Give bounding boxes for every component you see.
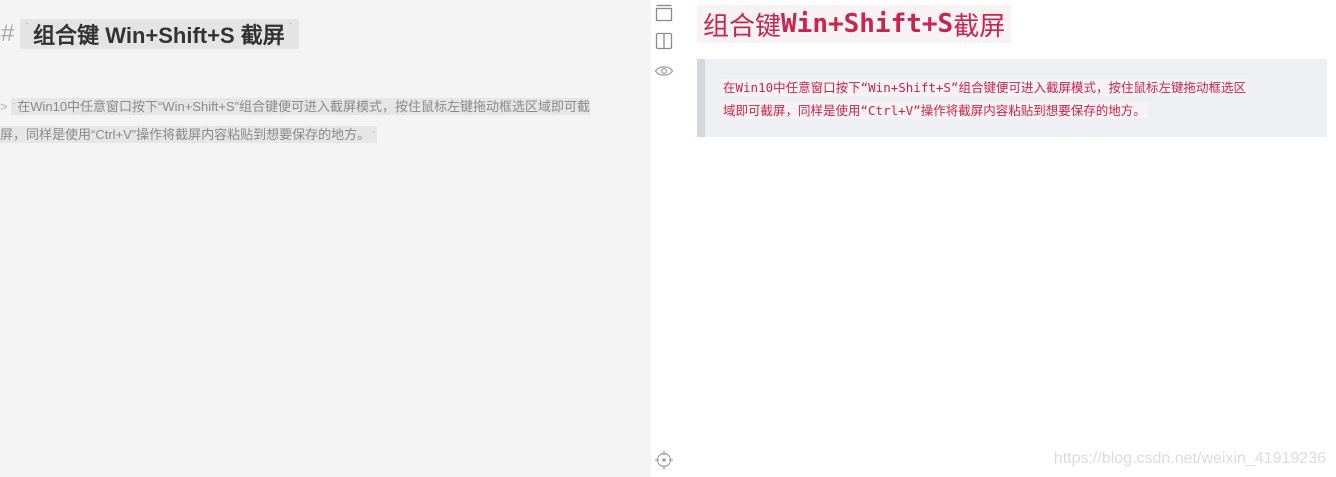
markdown-editor-pane[interactable]: # ` 组合键 Win+Shift+S 截屏 ` > `在Win10中任意窗口按下…	[0, 0, 651, 477]
sync-scroll-target-icon	[655, 451, 673, 469]
preview-quote-text: 在Win10中任意窗口按下“Win+Shift+S”组合键便可进入截屏模式，按住…	[721, 76, 1311, 122]
preview-heading-part-3: 截屏	[953, 11, 1006, 42]
backtick-open: `	[23, 20, 32, 36]
sync-scroll-button[interactable]	[654, 450, 674, 470]
preview-heading-part-1: 组合键	[703, 11, 782, 42]
watermark: https://blog.csdn.net/weixin_41919236	[1053, 450, 1326, 467]
preview-quote-line-1: 在Win10中任意窗口按下“Win+Shift+S”组合键便可进入截屏模式，按住…	[721, 79, 1248, 96]
preview-blockquote: 在Win10中任意窗口按下“Win+Shift+S”组合键便可进入截屏模式，按住…	[697, 59, 1327, 137]
preview-toggle-button[interactable]	[654, 61, 674, 81]
split-view-icon	[655, 32, 673, 50]
preview-heading: 组合键 Win+Shift+S 截屏	[697, 5, 1012, 43]
preview-quote-line-2: 域即可截屏，同样是使用“Ctrl+V”操作将截屏内容粘贴到想要保存的地方。	[721, 102, 1148, 119]
inline-code-chip: `在Win10中任意窗口按下“Win+Shift+S”组合键便可进入截屏模式，按…	[10, 98, 590, 115]
preview-heading-part-2: Win+Shift+S	[781, 9, 954, 39]
heading-marker: #	[1, 20, 15, 47]
inline-code-chip: 屏，同样是使用“Ctrl+V”操作将截屏内容粘贴到想要保存的地方。`	[0, 126, 377, 143]
editor-toolbar	[651, 0, 677, 477]
editor-heading-text: 组合键 Win+Shift+S 截屏	[33, 23, 285, 48]
editor-quote-line-2: 屏，同样是使用“Ctrl+V”操作将截屏内容粘贴到想要保存的地方。	[0, 127, 371, 142]
editor-quote-line-1: 在Win10中任意窗口按下“Win+Shift+S”组合键便可进入截屏模式，按住…	[17, 99, 590, 114]
maximize-pane-button[interactable]	[654, 3, 674, 23]
preview-eye-icon	[654, 66, 674, 76]
maximize-pane-icon	[655, 4, 673, 22]
editor-heading-line[interactable]: # ` 组合键 Win+Shift+S 截屏 `	[0, 17, 299, 51]
inline-code-chip: ` 组合键 Win+Shift+S 截屏 `	[20, 19, 299, 49]
split-view-button[interactable]	[654, 31, 674, 51]
markdown-preview-pane: 组合键 Win+Shift+S 截屏 在Win10中任意窗口按下“Win+Shi…	[677, 0, 1336, 477]
backtick-close: `	[286, 20, 295, 36]
backtick-close: `	[370, 131, 377, 143]
editor-quote-block[interactable]: > `在Win10中任意窗口按下“Win+Shift+S”组合键便可进入截屏模式，…	[0, 94, 624, 150]
quote-marker: >	[0, 99, 8, 114]
